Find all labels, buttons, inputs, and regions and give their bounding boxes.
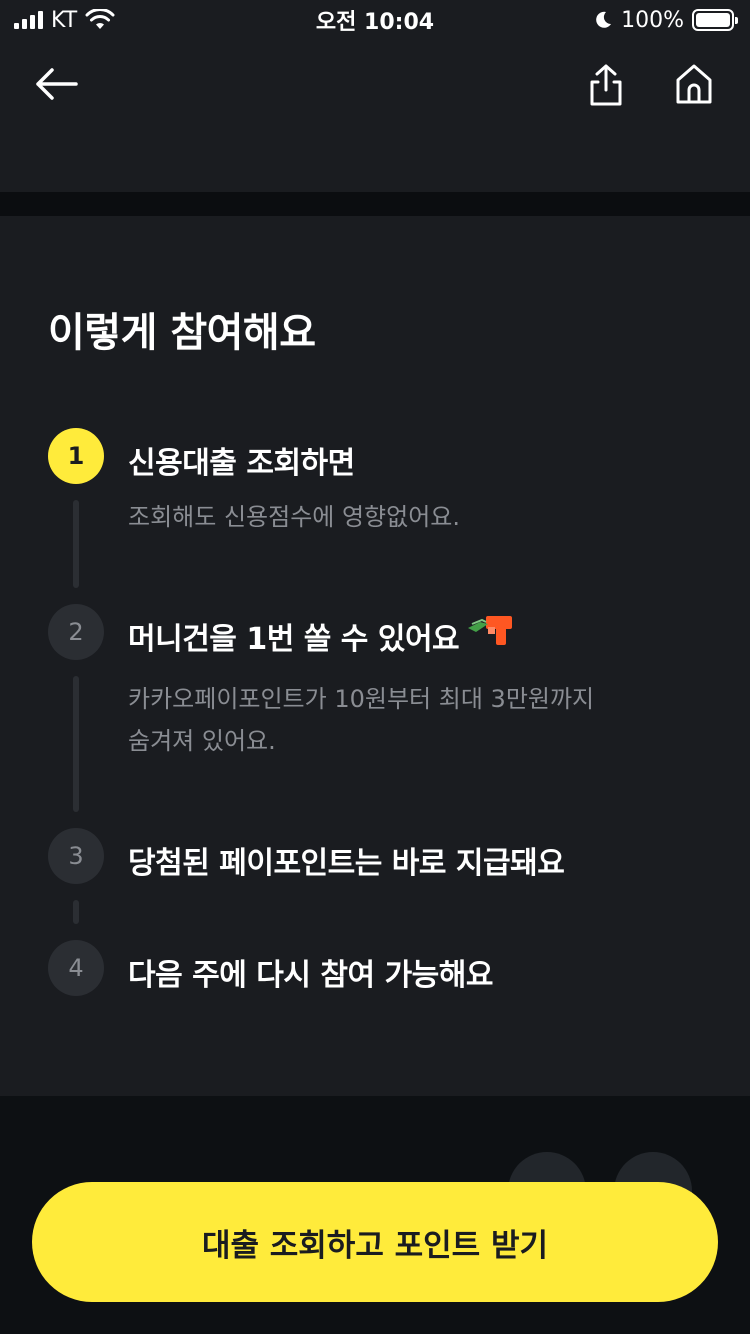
status-bar: KT 오전 10:04 100% (0, 0, 750, 40)
cta-button[interactable]: 대출 조회하고 포인트 받기 (32, 1182, 718, 1302)
step-connector (73, 500, 79, 588)
battery-percent: 100% (621, 7, 684, 33)
step-4-number: 4 (48, 940, 104, 996)
step-2-description: 카카오페이포인트가 10원부터 최대 3만원까지 숨겨져 있어요. (128, 678, 688, 762)
section-title: 이렇게 참여해요 (48, 310, 316, 356)
moon-icon (596, 11, 612, 28)
step-1-description: 조회해도 신용점수에 영향없어요. (128, 503, 461, 531)
back-arrow-icon[interactable] (30, 62, 82, 106)
step-2-description-line: 숨겨져 있어요. (128, 727, 276, 755)
section-divider (0, 192, 750, 216)
status-left: KT (14, 8, 115, 33)
battery-icon (692, 9, 738, 31)
home-icon[interactable] (672, 62, 716, 106)
step-2-description-line: 카카오페이포인트가 10원부터 최대 3만원까지 (128, 685, 595, 713)
wifi-icon (85, 9, 115, 29)
step-4-title: 다음 주에 다시 참여 가능해요 (128, 958, 493, 993)
step-3-number: 3 (48, 828, 104, 884)
step-2-title: 머니건을 1번 쏠 수 있어요 (128, 622, 460, 657)
nav-bar (0, 40, 750, 130)
step-3-title: 당첨된 페이포인트는 바로 지급돼요 (128, 846, 565, 881)
step-connector (73, 676, 79, 812)
share-icon[interactable] (584, 62, 628, 108)
carrier-label: KT (51, 7, 78, 33)
money-gun-icon (468, 616, 512, 645)
step-1-title: 신용대출 조회하면 (128, 446, 355, 481)
step-1-number: 1 (48, 428, 104, 484)
signal-icon (14, 11, 43, 29)
step-2-number: 2 (48, 604, 104, 660)
step-connector (73, 900, 79, 924)
status-right: 100% (593, 7, 738, 33)
